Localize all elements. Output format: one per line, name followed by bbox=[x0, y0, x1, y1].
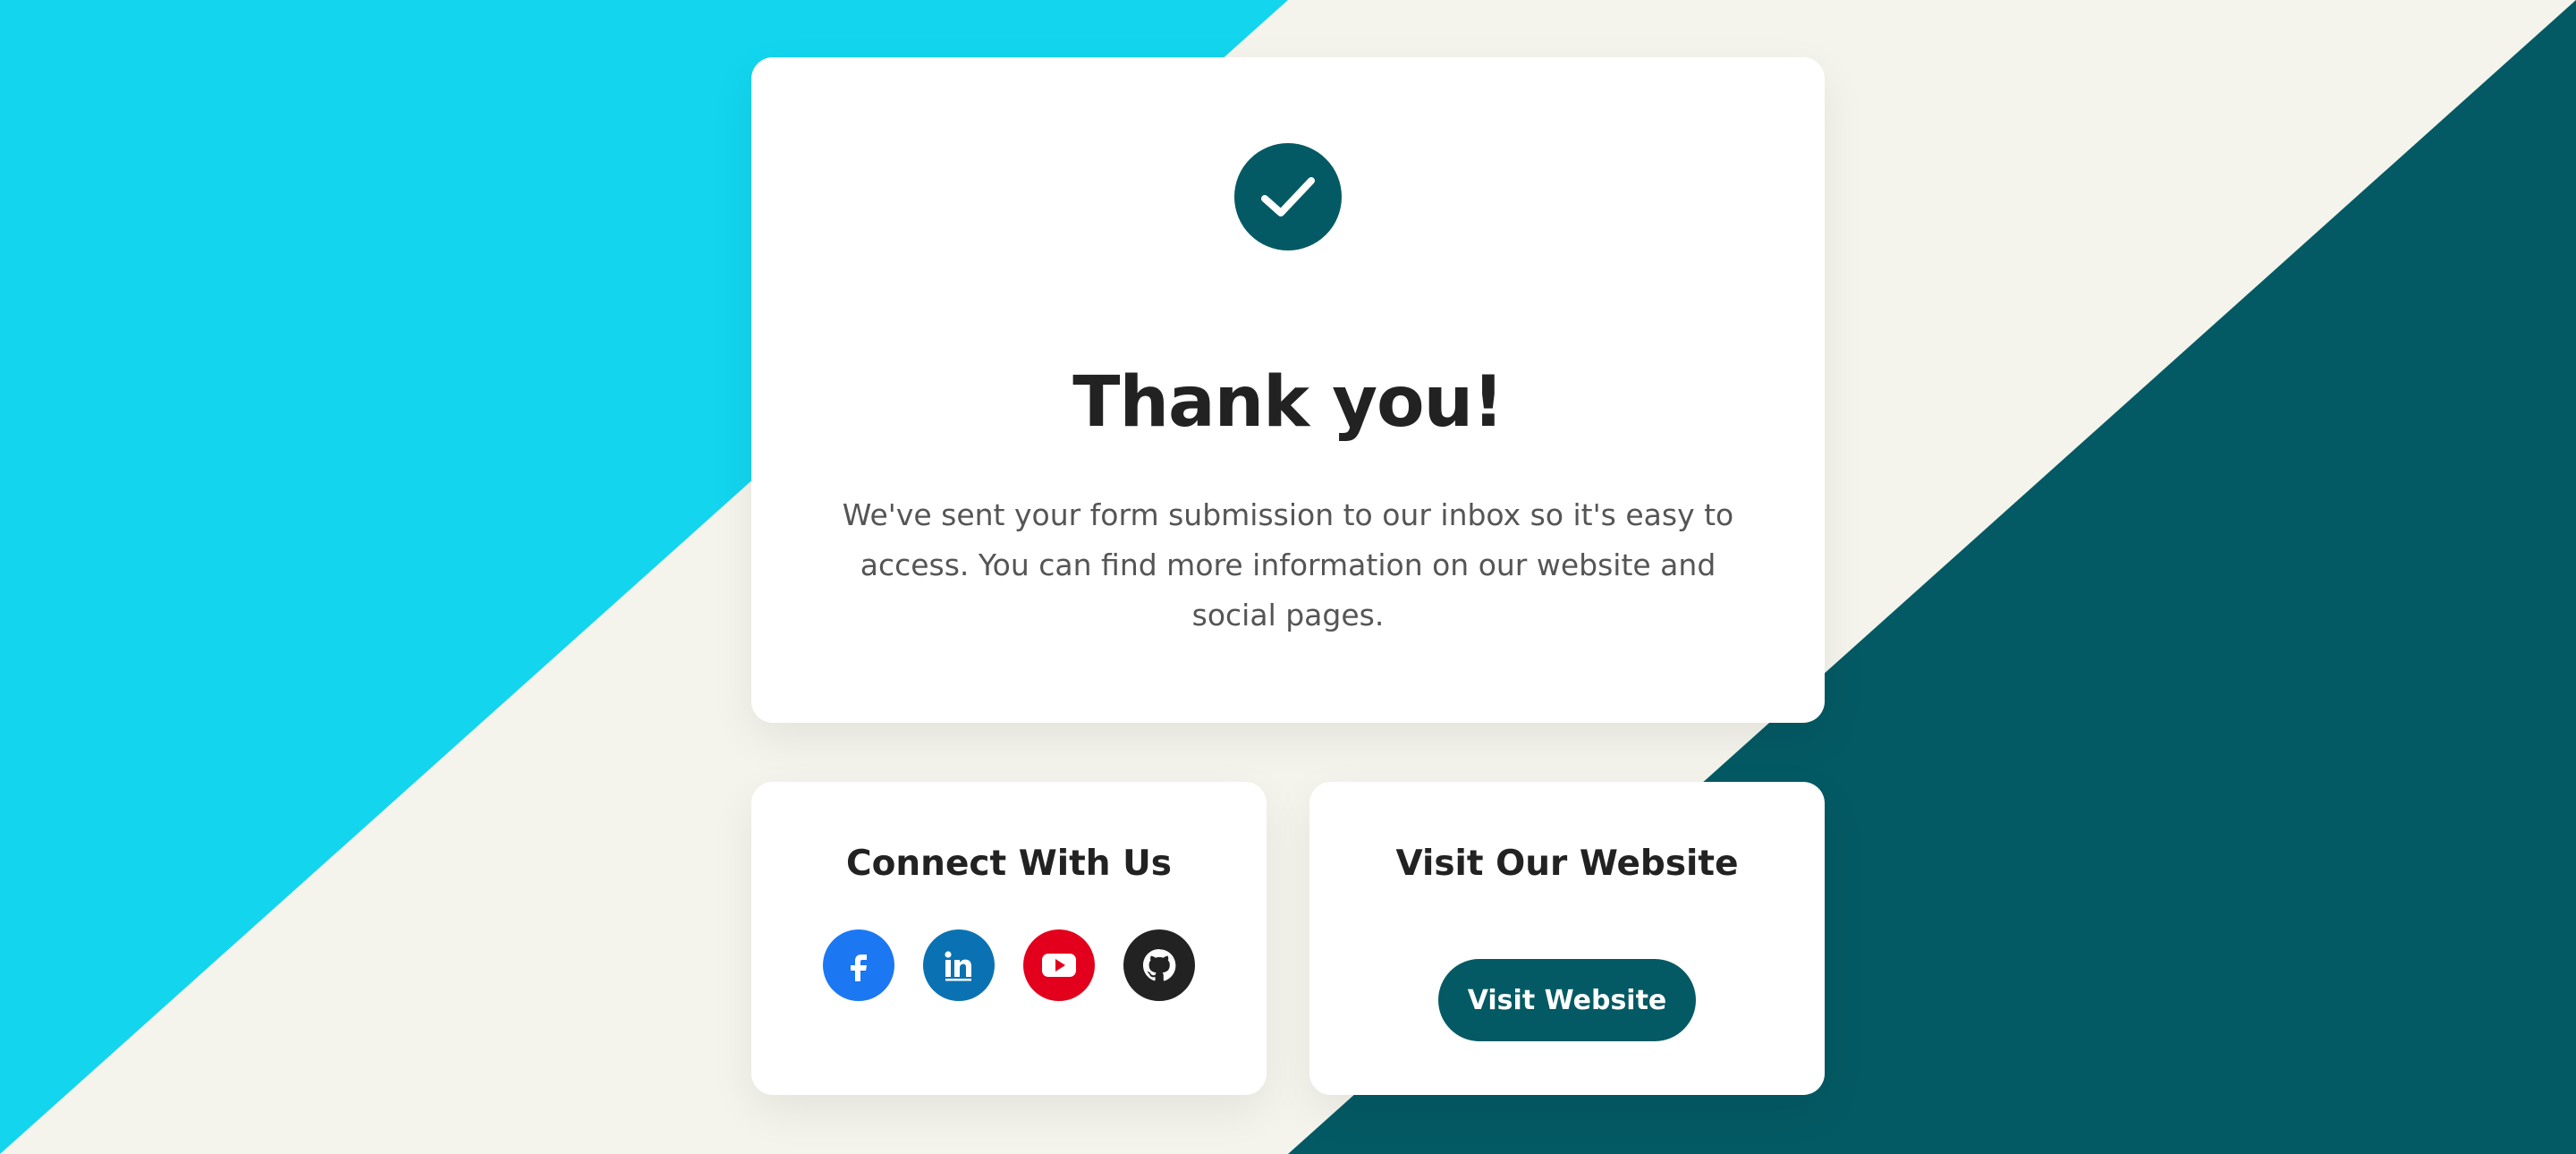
checkmark-icon bbox=[1261, 177, 1315, 216]
social-links bbox=[823, 929, 1195, 1002]
page-title: Thank you! bbox=[1072, 362, 1504, 443]
confirmation-card: Thank you! We've sent your form submissi… bbox=[751, 57, 1825, 723]
linkedin-link[interactable] bbox=[923, 929, 995, 1001]
github-icon bbox=[1143, 949, 1176, 981]
visit-website-card: Visit Our Website Visit Website bbox=[1309, 782, 1825, 1095]
facebook-link[interactable] bbox=[823, 929, 894, 1001]
visit-website-button[interactable]: Visit Website bbox=[1438, 959, 1696, 1041]
youtube-icon bbox=[1042, 954, 1076, 977]
github-link[interactable] bbox=[1123, 929, 1195, 1001]
success-badge bbox=[1234, 143, 1342, 250]
facebook-icon bbox=[851, 955, 867, 981]
page: Thank you! We've sent your form submissi… bbox=[0, 0, 2576, 1154]
linkedin-icon bbox=[945, 951, 971, 981]
visit-title: Visit Our Website bbox=[1395, 844, 1739, 884]
confirmation-message: We've sent your form submission to our i… bbox=[842, 497, 1734, 632]
connect-title: Connect With Us bbox=[846, 844, 1172, 884]
connect-card: Connect With Us bbox=[751, 782, 1267, 1095]
youtube-link[interactable] bbox=[1023, 929, 1095, 1001]
